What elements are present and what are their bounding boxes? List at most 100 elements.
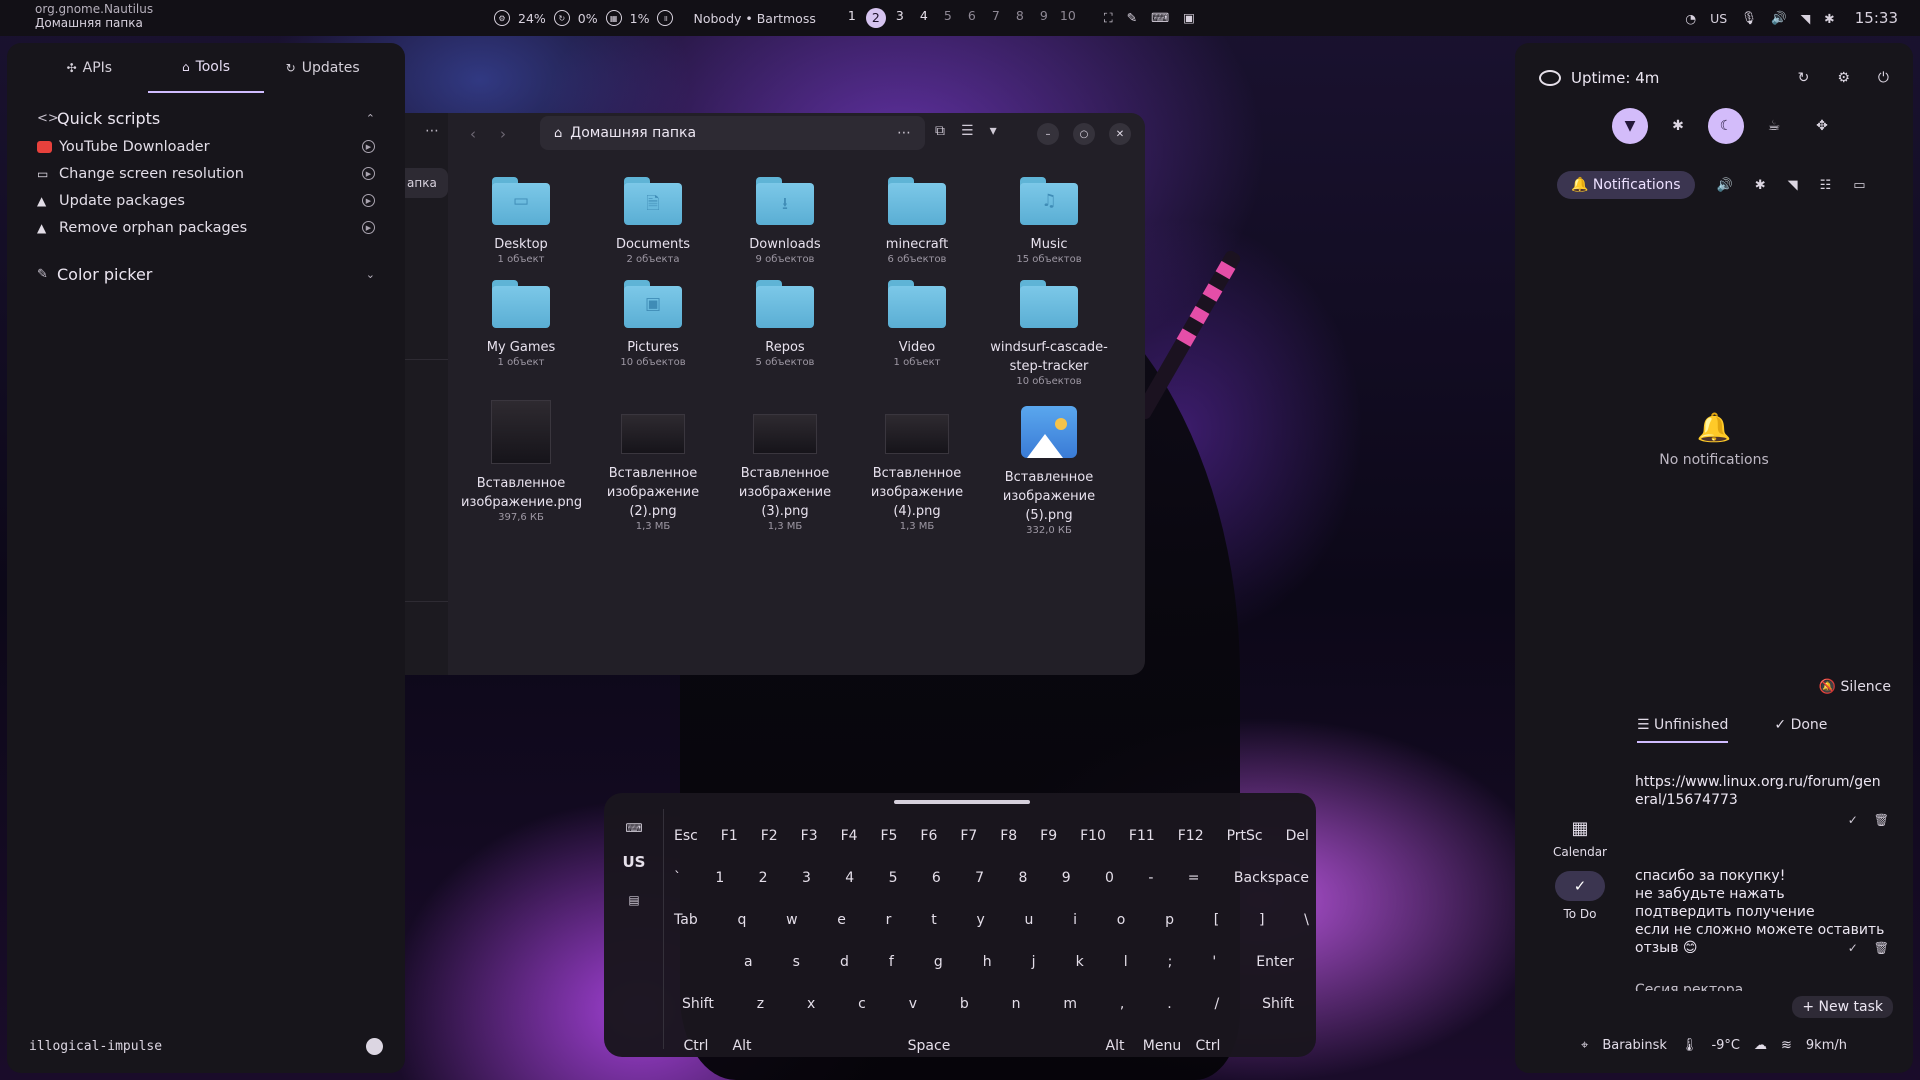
key[interactable]: p	[1165, 912, 1174, 928]
script-change-resolution[interactable]: ▭ Change screen resolution ▶	[37, 160, 375, 187]
key[interactable]: F6	[920, 828, 937, 844]
key[interactable]: d	[840, 954, 849, 970]
path-menu-icon[interactable]: ⋯	[897, 125, 911, 141]
file-item[interactable]: Вставленное изображение.png 397,6 КБ	[455, 398, 587, 537]
key[interactable]: g	[934, 954, 943, 970]
maximize-icon[interactable]: ○	[1073, 123, 1095, 145]
github-icon[interactable]	[366, 1038, 383, 1055]
key[interactable]: =	[1188, 870, 1200, 886]
workspace-4[interactable]: 4	[912, 8, 936, 28]
key[interactable]: Shift	[1262, 996, 1294, 1012]
night-light-icon[interactable]: ☾	[1708, 108, 1744, 144]
key[interactable]: F12	[1178, 828, 1204, 844]
tab-tools[interactable]: ⌂ Tools	[147, 43, 265, 93]
key[interactable]: q	[737, 912, 746, 928]
key[interactable]: v	[909, 996, 917, 1012]
key[interactable]: Shift	[682, 996, 714, 1012]
close-icon[interactable]: ✕	[1109, 123, 1131, 145]
file-item[interactable]: 🗎 Documents 2 объекта	[587, 173, 719, 266]
key[interactable]: 2	[759, 870, 768, 886]
task-item[interactable]: https://www.linux.org.ru/forum/general/1…	[1635, 773, 1889, 827]
media-title[interactable]: Nobody • Bartmoss	[693, 11, 815, 26]
key[interactable]: Alt	[718, 1038, 766, 1054]
key[interactable]: 9	[1062, 870, 1071, 886]
key[interactable]: F8	[1000, 828, 1017, 844]
list-view-icon[interactable]: ☰	[961, 123, 974, 139]
key[interactable]: k	[1076, 954, 1084, 970]
bluetooth-off-icon[interactable]: ✱	[1824, 11, 1834, 26]
workspace-9[interactable]: 9	[1032, 8, 1056, 28]
file-item[interactable]: ▣ Pictures 10 объектов	[587, 276, 719, 388]
todo-label[interactable]: To Do	[1551, 907, 1609, 921]
color-picker-header[interactable]: ✎ Color picker ⌄	[37, 259, 375, 289]
key[interactable]: Del	[1286, 828, 1309, 844]
key[interactable]: F3	[801, 828, 818, 844]
key[interactable]: r	[886, 912, 892, 928]
key[interactable]: Esc	[674, 828, 698, 844]
script-youtube-downloader[interactable]: YouTube Downloader ▶	[37, 133, 375, 160]
power-icon[interactable]: ⏻	[1878, 70, 1889, 86]
tab-apis[interactable]: ✣ APIs	[31, 43, 148, 93]
wifi-icon[interactable]: ◥	[1801, 11, 1811, 26]
calendar-icon[interactable]: ▦	[1551, 818, 1609, 839]
keyboard-hide-icon[interactable]: ⌨	[604, 821, 664, 835]
key[interactable]: m	[1063, 996, 1077, 1012]
key[interactable]: u	[1024, 912, 1033, 928]
run-icon[interactable]: ▶	[362, 140, 375, 153]
workspace-8[interactable]: 8	[1008, 8, 1032, 28]
key[interactable]: PrtSc	[1227, 828, 1263, 844]
drag-handle[interactable]	[894, 800, 1030, 804]
key[interactable]: Space	[766, 1038, 1092, 1054]
trash-icon[interactable]: 🗑	[1874, 939, 1889, 957]
key[interactable]: Backspace	[1234, 870, 1309, 886]
file-item[interactable]: ♫ Music 15 объектов	[983, 173, 1115, 266]
key[interactable]: t	[931, 912, 937, 928]
todo-check-icon[interactable]: ✓	[1555, 871, 1605, 901]
file-item[interactable]: minecraft 6 объектов	[851, 173, 983, 266]
key[interactable]: Ctrl	[1186, 1038, 1230, 1054]
tab-audio-icon[interactable]: 🔊	[1717, 178, 1733, 193]
tab-done[interactable]: ✓ Done	[1774, 717, 1827, 743]
quick-scripts-header[interactable]: <> Quick scripts ⌃	[37, 103, 375, 133]
file-item[interactable]: Repos 5 объектов	[719, 276, 851, 388]
path-bar[interactable]: ⌂ Домашняя папка ⋯	[540, 116, 925, 150]
tray-app-icon[interactable]: ◔	[1685, 11, 1696, 26]
file-item[interactable]: Video 1 объект	[851, 276, 983, 388]
task-item[interactable]: спасибо за покупку! не забудьте нажать п…	[1635, 849, 1889, 993]
check-icon[interactable]: ✓	[1848, 939, 1858, 957]
key[interactable]: 1	[715, 870, 724, 886]
minimize-icon[interactable]: –	[1037, 123, 1059, 145]
tab-wifi-icon[interactable]: ◥	[1788, 178, 1798, 193]
workspace-10[interactable]: 10	[1056, 8, 1080, 28]
key[interactable]: c	[858, 996, 866, 1012]
silence-button[interactable]: 🔕 Silence	[1819, 679, 1891, 695]
more-icon[interactable]: ⋯	[425, 123, 439, 139]
chevron-up-icon[interactable]: ⌃	[366, 112, 375, 125]
key[interactable]: \	[1304, 912, 1309, 928]
key[interactable]: z	[757, 996, 764, 1012]
bluetooth-toggle-icon[interactable]: ✱	[1660, 108, 1696, 144]
key[interactable]: e	[837, 912, 846, 928]
file-item[interactable]: Вставленное изображение (4).png 1,3 МБ	[851, 398, 983, 537]
file-item[interactable]: Вставленное изображение (3).png 1,3 МБ	[719, 398, 851, 537]
key[interactable]: -	[1148, 870, 1153, 886]
key[interactable]: h	[983, 954, 992, 970]
key[interactable]: w	[786, 912, 797, 928]
trash-icon[interactable]: 🗑	[1874, 811, 1889, 829]
wallpaper-icon[interactable]: ▣	[1183, 10, 1195, 26]
key[interactable]: [	[1214, 912, 1219, 928]
tab-monitor-icon[interactable]: ▭	[1853, 178, 1865, 193]
key[interactable]: y	[976, 912, 984, 928]
key[interactable]: 7	[975, 870, 984, 886]
key[interactable]: F2	[761, 828, 778, 844]
keyboard-layout[interactable]: US	[1710, 11, 1727, 26]
clipboard-icon[interactable]: ▤	[604, 893, 664, 907]
workspace-6[interactable]: 6	[960, 8, 984, 28]
forward-icon[interactable]: ›	[500, 125, 506, 143]
key[interactable]: Menu	[1138, 1038, 1186, 1054]
new-task-button[interactable]: + New task	[1792, 996, 1893, 1018]
wifi-toggle-icon[interactable]: ▼	[1612, 108, 1648, 144]
media-pause-icon[interactable]: ॥	[657, 10, 674, 26]
file-item[interactable]: windsurf-cascade-step-tracker 10 объектов	[983, 276, 1115, 388]
key[interactable]: 0	[1105, 870, 1114, 886]
